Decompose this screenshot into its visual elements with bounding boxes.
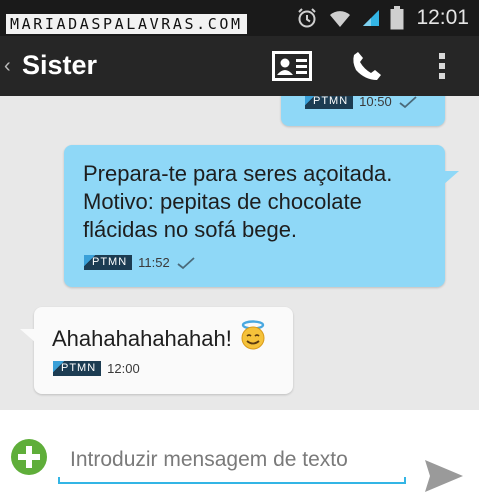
smiling-face-with-halo-icon [238,320,268,357]
call-button[interactable] [345,48,389,84]
battery-icon [390,6,404,30]
message-meta: PTMN 12:00 [53,361,140,376]
alarm-icon [296,7,318,29]
watermark: MARIADASPALAVRAS.COM [6,14,247,34]
back-icon[interactable]: ‹ [4,54,11,78]
overflow-menu-icon [439,53,445,79]
message-sent[interactable]: Prepara-te para seres açoitada. Motivo: … [64,145,459,287]
signal-icon [362,9,380,27]
overflow-menu-button[interactable] [420,48,464,84]
contact-card-button[interactable] [270,48,314,84]
operator-badge: PTMN [53,361,102,376]
input-underline [58,477,406,484]
conversation-list[interactable]: PTMN 10:50 Prepara-te para seres açoitad… [0,96,479,410]
message-input[interactable] [58,430,406,490]
add-attachment-button[interactable] [10,438,48,476]
status-bar: MARIADASPALAVRAS.COM 12:01 [0,0,479,36]
wifi-icon [328,8,352,28]
composer-bar [0,410,479,500]
bubble-tail [20,329,36,343]
message-text-row: Ahahahahahahah! [52,320,268,357]
message-text: Ahahahahahahah! [52,326,232,351]
contact-card-icon [272,51,312,81]
message-time: 10:50 [359,96,392,109]
operator-badge: PTMN [84,255,133,270]
status-time: 12:01 [416,6,469,29]
send-button[interactable] [418,454,470,498]
message-received[interactable]: Ahahahahahahah! PTMN 12:00 [20,307,293,394]
bubble-tail [443,171,459,185]
phone-icon [353,52,381,80]
status-icons: 12:01 [296,6,469,30]
sent-check-icon [177,256,195,269]
action-bar: ‹ Sister [0,36,479,96]
message-text: Prepara-te para seres açoitada. Motivo: … [83,161,393,242]
operator-badge: PTMN [305,96,354,109]
message-meta: PTMN 10:50 [305,96,418,109]
message-time: 11:52 [138,255,170,270]
message-meta: PTMN 11:52 [84,255,196,270]
plus-icon [11,439,47,475]
contact-title[interactable]: Sister [22,49,97,81]
message-sent[interactable]: PTMN 10:50 [281,96,445,126]
message-time: 12:00 [107,361,140,376]
send-icon [425,460,463,492]
sent-check-icon [399,96,417,108]
